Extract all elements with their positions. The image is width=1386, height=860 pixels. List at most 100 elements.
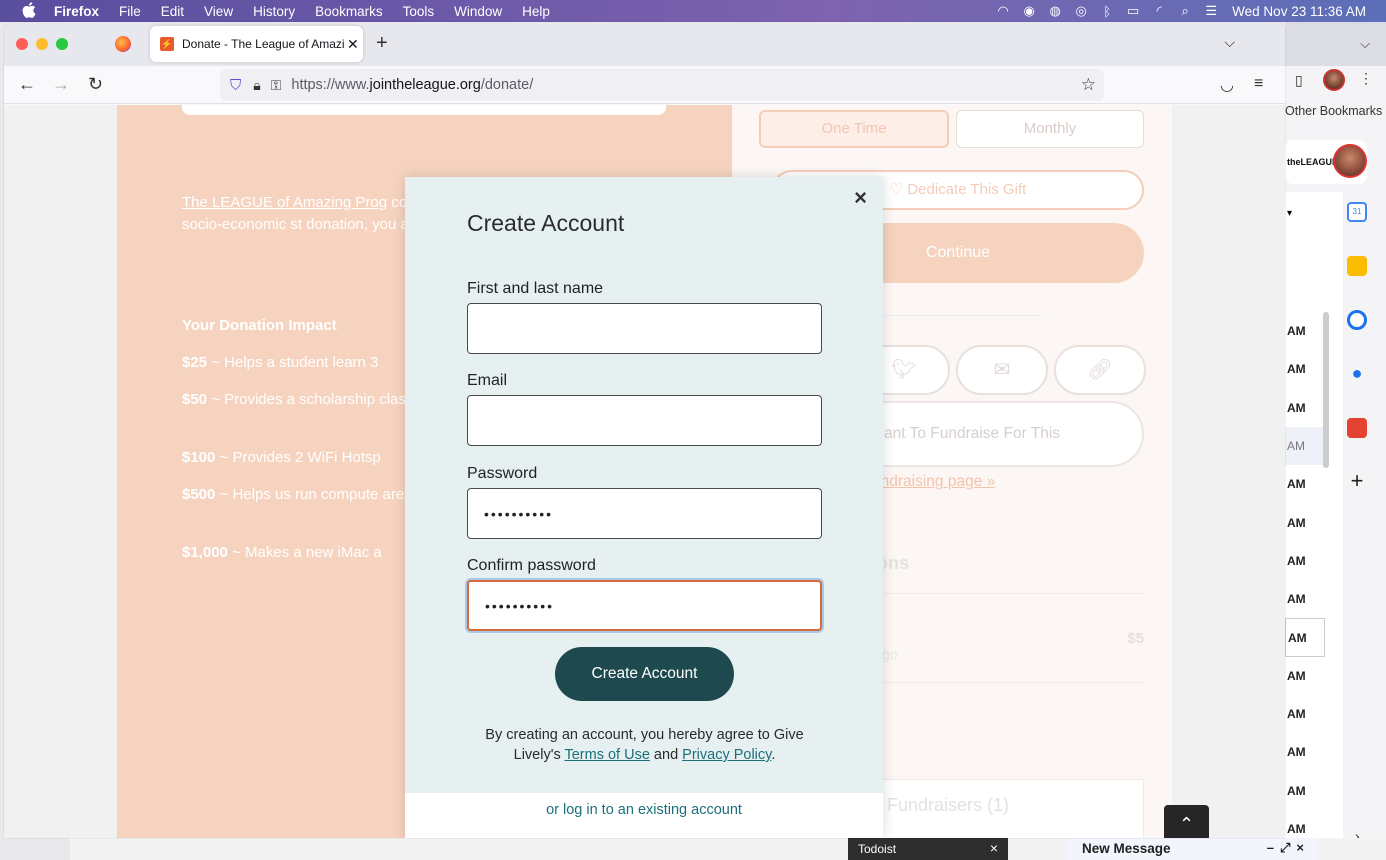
menu-help[interactable]: Help <box>522 4 550 19</box>
login-existing-account-link[interactable]: or log in to an existing account <box>405 802 883 818</box>
macos-menu-bar: Firefox File Edit View History Bookmarks… <box>0 0 1386 22</box>
list-item[interactable]: AM <box>1285 733 1325 771</box>
impact-amount: $1,000 <box>182 544 228 561</box>
close-icon[interactable]: × <box>990 840 998 856</box>
contacts-icon[interactable]: ● <box>1347 364 1367 384</box>
wifi-icon[interactable]: ◜ <box>1146 3 1172 19</box>
other-bookmarks[interactable]: Other Bookmarks <box>1285 104 1382 118</box>
menu-file[interactable]: File <box>119 4 141 19</box>
list-item[interactable]: AM <box>1285 465 1325 503</box>
monthly-toggle[interactable]: Monthly <box>956 110 1144 148</box>
window-minimize-button[interactable] <box>36 38 48 50</box>
bluetooth-icon[interactable]: ᛒ <box>1094 4 1120 19</box>
menu-edit[interactable]: Edit <box>161 4 184 19</box>
menu-tools[interactable]: Tools <box>403 4 435 19</box>
list-item[interactable]: AM <box>1285 389 1325 427</box>
menu-app-firefox[interactable]: Firefox <box>54 4 99 19</box>
apple-icon[interactable] <box>20 1 38 21</box>
todoist-icon[interactable] <box>1347 418 1367 438</box>
tasks-icon[interactable] <box>1347 310 1367 330</box>
terms-end: . <box>771 747 776 763</box>
background-bottom-strip: Todoist × New Message –⤢× <box>70 838 1386 860</box>
list-all-tabs-icon[interactable]: ⌵ <box>1224 34 1235 51</box>
spotlight-search-icon[interactable]: ⌕ <box>1172 3 1198 19</box>
menu-view[interactable]: View <box>204 4 233 19</box>
tab-close-icon[interactable]: ✕ <box>347 36 359 53</box>
list-item[interactable]: AM <box>1285 618 1325 657</box>
list-item[interactable]: AM <box>1285 772 1325 810</box>
impact-text: ~ Helps a student learn 3 <box>207 354 379 371</box>
tab-donate[interactable]: ⚡ Donate - The League of Amazing ✕ <box>150 26 363 62</box>
hamburger-menu-icon[interactable]: ≡ <box>1254 75 1263 93</box>
copy-link-icon[interactable]: 🔗︎ <box>1054 345 1146 395</box>
one-time-toggle[interactable]: One Time <box>759 110 949 148</box>
fundraising-page-link[interactable]: undraising page » <box>872 473 995 491</box>
firefox-view-icon[interactable] <box>115 36 131 52</box>
chevron-down-icon[interactable]: ⌵ <box>1360 36 1370 52</box>
loom-icon[interactable]: ◉ <box>1016 3 1042 19</box>
new-tab-button[interactable]: + <box>376 32 388 55</box>
list-item[interactable]: AM <box>1285 426 1325 466</box>
impact-text: ~ Makes a new iMac a <box>227 544 382 561</box>
page-content: The LEAGUE of Amazing Prog coding & tech… <box>4 105 1285 838</box>
menu-bookmarks[interactable]: Bookmarks <box>315 4 383 19</box>
close-icon[interactable]: × <box>854 185 867 211</box>
email-share-icon[interactable]: ✉ <box>956 345 1048 395</box>
name-input[interactable] <box>467 303 822 354</box>
keep-icon[interactable] <box>1347 256 1367 276</box>
create-account-modal: × Create Account First and last name Ema… <box>405 177 883 838</box>
list-item[interactable]: AM <box>1285 542 1325 580</box>
menu-window[interactable]: Window <box>454 4 502 19</box>
list-item[interactable]: AM <box>1285 350 1325 388</box>
profile-avatar[interactable] <box>1323 69 1345 91</box>
sidebar-toggle-icon[interactable]: ▯ <box>1295 72 1303 89</box>
url-bar[interactable]: ⛉ 🔒︎ ⚿ https://www.jointheleague.org/don… <box>220 69 1104 101</box>
battery-icon[interactable]: ▭ <box>1120 3 1146 19</box>
new-message-popup[interactable]: New Message –⤢× <box>1068 838 1318 860</box>
caret-down-icon[interactable]: ▾ <box>1287 208 1292 219</box>
impact-amount: $25 <box>182 354 208 371</box>
terms-of-use-link[interactable]: Terms of Use <box>564 747 649 763</box>
menu-clock[interactable]: Wed Nov 23 11:36 AM <box>1232 4 1366 19</box>
list-item[interactable]: AM <box>1285 312 1325 350</box>
amount-input-edge[interactable] <box>182 105 666 115</box>
control-center-icon[interactable]: ☰ <box>1198 3 1224 19</box>
scroll-to-top-button[interactable]: ⌃ <box>1164 805 1209 838</box>
back-arrow-icon[interactable]: ← <box>18 74 36 95</box>
key-icon[interactable]: ⚿ <box>271 77 282 94</box>
creative-cloud-icon[interactable]: ◠ <box>990 3 1016 19</box>
background-tabstrip: ⌵ <box>1285 22 1386 66</box>
account-avatar[interactable] <box>1333 144 1367 178</box>
url-text[interactable]: https://www.jointheleague.org/donate/ <box>291 77 533 93</box>
add-addon-icon[interactable]: + <box>1347 470 1367 492</box>
user-circle-icon[interactable]: ◎ <box>1068 3 1094 19</box>
kebab-menu-icon[interactable]: ⋮ <box>1359 70 1373 87</box>
email-input[interactable] <box>467 395 822 446</box>
league-link[interactable]: The LEAGUE of Amazing Prog <box>182 194 387 211</box>
forward-arrow-icon[interactable]: → <box>52 74 70 95</box>
list-scrollbar[interactable] <box>1323 312 1329 468</box>
window-close-button[interactable] <box>16 38 28 50</box>
screen-share-icon[interactable]: ◍ <box>1042 3 1068 19</box>
lock-icon[interactable]: 🔒︎ <box>253 77 260 94</box>
confirm-password-input[interactable]: •••••••••• <box>467 580 822 631</box>
list-item[interactable]: AM <box>1285 657 1325 695</box>
password-input[interactable]: •••••••••• <box>467 488 822 539</box>
tab-bar: ⚡ Donate - The League of Amazing ✕ + ⌵ <box>4 22 1285 66</box>
pocket-icon[interactable]: ◡ <box>1220 75 1234 95</box>
window-controls-icon[interactable]: –⤢× <box>1267 840 1310 856</box>
create-account-button[interactable]: Create Account <box>555 647 734 701</box>
workspace-side-panel: 31 ● + <box>1343 202 1386 526</box>
bookmark-star-icon[interactable]: ☆ <box>1081 75 1096 95</box>
menu-history[interactable]: History <box>253 4 295 19</box>
list-item[interactable]: AM <box>1285 580 1325 618</box>
privacy-policy-link[interactable]: Privacy Policy <box>682 747 771 763</box>
reload-icon[interactable]: ↻ <box>88 74 103 95</box>
tracking-shield-icon[interactable]: ⛉ <box>230 77 241 94</box>
status-icons: ◠ ◉ ◍ ◎ ᛒ ▭ ◜ ⌕ ☰ Wed Nov 23 11:36 AM <box>990 0 1367 22</box>
calendar-icon[interactable]: 31 <box>1347 202 1367 222</box>
list-item[interactable]: AM <box>1285 695 1325 733</box>
window-zoom-button[interactable] <box>56 38 68 50</box>
todoist-popup[interactable]: Todoist × <box>848 838 1008 860</box>
list-item[interactable]: AM <box>1285 503 1325 541</box>
